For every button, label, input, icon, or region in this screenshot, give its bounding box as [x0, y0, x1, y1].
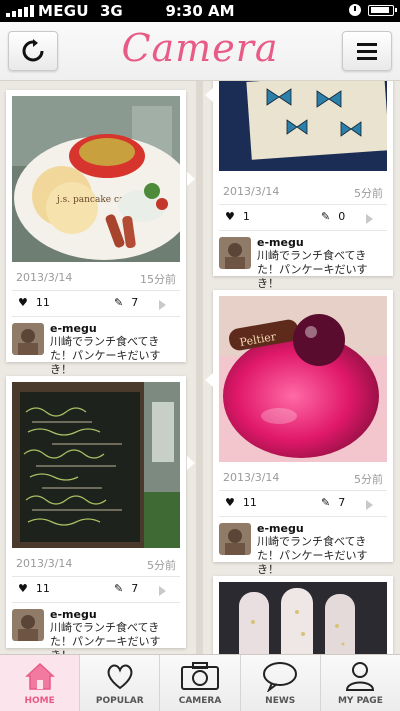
cake-photo[interactable]: Peltier [219, 296, 387, 462]
comment-count: 7 [131, 296, 139, 309]
heart-icon: ♥ [225, 210, 235, 223]
card-separator [12, 316, 180, 317]
photo-card[interactable]: 2013/3/14 5分前 ♥ 1 ✎ 0 e-megu 川崎でランチ食べてきた… [213, 81, 393, 290]
comment-count: 7 [131, 582, 139, 595]
like-button[interactable]: ♥ 1 [225, 210, 250, 223]
like-count: 11 [242, 496, 257, 509]
comment-count: 7 [338, 496, 346, 509]
photo-card[interactable]: j.s. pancake cafe 2013/3/14 15分前 ♥ 11 ✎ … [6, 90, 186, 376]
chevron-right-icon[interactable] [159, 586, 166, 596]
battery-icon [368, 5, 397, 16]
pencil-icon: ✎ [321, 496, 331, 509]
comment-button[interactable]: ✎ 0 [321, 210, 345, 223]
tab-label: HOME [24, 696, 55, 706]
status-bar: MEGU 3G 9:30 AM [0, 0, 400, 22]
card-separator [12, 602, 180, 603]
chevron-right-icon[interactable] [366, 214, 373, 224]
app-header: Camera [0, 22, 400, 81]
post-time-ago: 5分前 [354, 187, 383, 200]
comment-button[interactable]: ✎ 7 [114, 296, 138, 309]
card-pointer [187, 456, 195, 470]
post-date: 2013/3/14 [16, 271, 73, 284]
card-pointer [205, 373, 213, 387]
tab-label: NEWS [265, 696, 296, 706]
tab-label: MY PAGE [337, 696, 383, 706]
username[interactable]: e-megu [50, 608, 97, 621]
chalkboard-photo[interactable] [12, 382, 180, 548]
card-pointer [187, 172, 195, 186]
pancake-photo[interactable]: j.s. pancake cafe [12, 96, 180, 262]
heart-icon [107, 664, 133, 690]
chevron-right-icon[interactable] [159, 300, 166, 310]
comment-button[interactable]: ✎ 7 [114, 582, 138, 595]
avatar[interactable] [219, 237, 251, 269]
like-count: 1 [242, 210, 250, 223]
post-date: 2013/3/14 [16, 557, 73, 570]
status-time: 9:30 AM [165, 2, 235, 20]
heart-icon: ♥ [18, 582, 28, 595]
username[interactable]: e-megu [257, 236, 304, 249]
post-date: 2013/3/14 [223, 471, 280, 484]
app-title: Camera [121, 26, 279, 70]
post-message: 川崎でランチ食べてきた！パンケーキだいすき！ [257, 249, 368, 290]
tab-label: POPULAR [95, 696, 144, 706]
bow-cards-photo[interactable] [219, 81, 387, 171]
like-count: 11 [35, 582, 50, 595]
speech-bubble-icon [263, 662, 298, 692]
post-message: 川崎でランチ食べてきた！パンケーキだいすき！ [50, 621, 161, 654]
heart-icon: ♥ [225, 496, 235, 509]
post-time-ago: 15分前 [140, 273, 176, 286]
post-message: 川崎でランチ食べてきた！パンケーキだいすき！ [257, 535, 368, 576]
card-separator [219, 204, 387, 205]
username[interactable]: e-megu [50, 322, 97, 335]
alarm-clock-icon [349, 4, 361, 16]
like-button[interactable]: ♥ 11 [225, 496, 257, 509]
column-divider [196, 81, 203, 654]
tab-bar: HOME POPULAR CAMERA NEWS MY PAGE [0, 654, 400, 711]
like-button[interactable]: ♥ 11 [18, 296, 50, 309]
tab-home[interactable]: HOME [0, 655, 80, 711]
hamburger-menu-icon [357, 43, 377, 60]
like-count: 11 [35, 296, 50, 309]
username[interactable]: e-megu [257, 522, 304, 535]
photo-feed[interactable]: j.s. pancake cafe 2013/3/14 15分前 ♥ 11 ✎ … [0, 81, 400, 654]
like-button[interactable]: ♥ 11 [18, 582, 50, 595]
tab-popular[interactable]: POPULAR [79, 655, 159, 711]
tab-label: CAMERA [178, 696, 222, 706]
chevron-right-icon[interactable] [366, 500, 373, 510]
heart-icon: ♥ [18, 296, 28, 309]
pencil-icon: ✎ [114, 582, 124, 595]
pencil-icon: ✎ [114, 296, 124, 309]
post-time-ago: 5分前 [354, 473, 383, 486]
home-icon [24, 662, 55, 690]
photo-card[interactable] [213, 576, 393, 654]
card-separator [219, 516, 387, 517]
tab-news[interactable]: NEWS [239, 655, 320, 711]
card-separator [219, 230, 387, 231]
tab-camera[interactable]: CAMERA [159, 655, 239, 711]
camera-icon [181, 662, 219, 690]
comment-count: 0 [338, 210, 346, 223]
nail-art-photo[interactable] [219, 582, 387, 654]
photo-card[interactable]: 2013/3/14 5分前 ♥ 11 ✎ 7 e-megu 川崎でランチ食べてき… [6, 376, 186, 654]
tab-my-page[interactable]: MY PAGE [319, 655, 400, 711]
avatar[interactable] [219, 523, 251, 555]
user-icon [346, 662, 375, 691]
menu-button[interactable] [342, 31, 392, 71]
card-separator [12, 576, 180, 577]
post-message: 川崎でランチ食べてきた！パンケーキだいすき！ [50, 335, 161, 376]
avatar[interactable] [12, 609, 44, 641]
pencil-icon: ✎ [321, 210, 331, 223]
photo-card[interactable]: Peltier 2013/3/14 5分前 ♥ 11 ✎ 7 e-megu 川崎… [213, 290, 393, 576]
comment-button[interactable]: ✎ 7 [321, 496, 345, 509]
card-pointer [205, 88, 213, 102]
card-separator [12, 290, 180, 291]
card-separator [219, 490, 387, 491]
post-time-ago: 5分前 [147, 559, 176, 572]
avatar[interactable] [12, 323, 44, 355]
post-date: 2013/3/14 [223, 185, 280, 198]
